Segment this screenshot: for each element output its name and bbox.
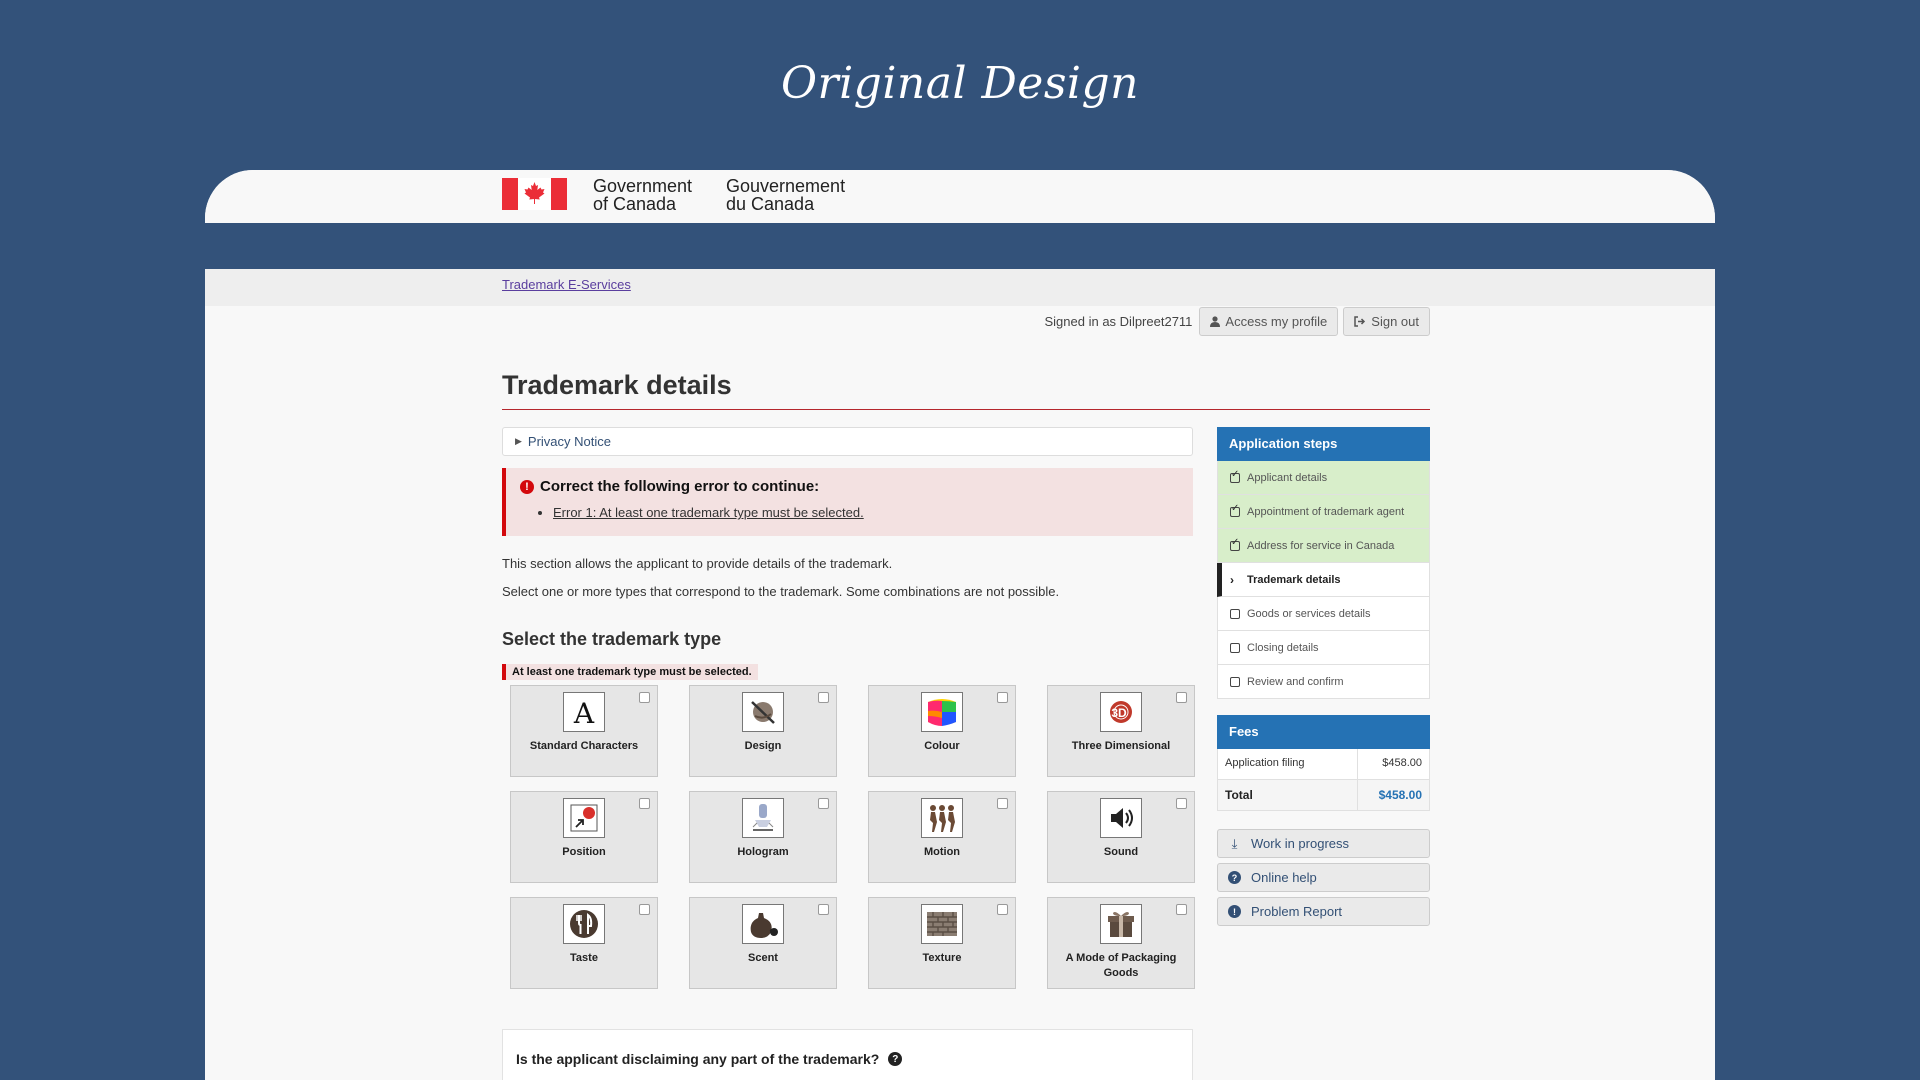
canada-flag-icon [502,178,567,210]
form-column: ▶ Privacy Notice ! Correct the following… [502,427,1195,1080]
breadcrumb: Trademark E-Services [205,269,1715,306]
checkbox[interactable] [1176,692,1187,703]
work-in-progress-button[interactable]: ⤓ Work in progress [1217,829,1430,858]
online-help-button[interactable]: ? Online help [1217,863,1430,892]
type-card-three-dimensional[interactable]: 3D Three Dimensional [1047,685,1195,777]
checkbox[interactable] [818,692,829,703]
motion-icon [921,798,963,838]
checkbox[interactable] [818,904,829,915]
type-card-design[interactable]: Design [689,685,837,777]
checkbox[interactable] [997,692,1008,703]
browser-frame: Government of Canada Gouvernement du Canad… [205,170,1715,1080]
question-icon: ? [1228,871,1241,884]
step-applicant-details[interactable]: Applicant details [1217,461,1430,495]
download-icon: ⤓ [1231,835,1238,851]
step-review-confirm[interactable]: Review and confirm [1217,665,1430,699]
user-bar: Signed in as Dilpreet2711 Access my prof… [502,306,1430,336]
checkbox[interactable] [639,798,650,809]
expand-triangle-icon: ▶ [515,436,522,446]
texture-icon [921,904,963,944]
fee-row-application-filing: Application filing $458.00 [1217,749,1430,780]
step-closing-details[interactable]: Closing details [1217,631,1430,665]
step-trademark-agent[interactable]: Appointment of trademark agent [1217,495,1430,529]
type-card-position[interactable]: Position [510,791,658,883]
colour-icon [921,692,963,732]
type-card-packaging[interactable]: A Mode of Packaging Goods [1047,897,1195,989]
problem-report-button[interactable]: ! Problem Report [1217,897,1430,926]
error-title: Correct the following error to continue: [540,478,820,495]
gov-signature-fr: Gouvernement du Canada [726,176,846,214]
error-link[interactable]: Error 1: At least one trademark type mus… [553,505,864,520]
type-card-motion[interactable]: Motion [868,791,1016,883]
svg-text:A: A [573,697,595,728]
access-profile-button[interactable]: Access my profile [1199,306,1339,336]
fee-row-total: Total $458.00 [1217,780,1430,811]
trademark-type-grid: A Standard Characters Design Colour 3D T… [510,685,1195,989]
trademark-type-error: At least one trademark type must be sele… [502,664,758,680]
design-icon [742,692,784,732]
svg-text:3D: 3D [1111,706,1127,720]
section-description: This section allows the applicant to pro… [502,556,1060,599]
type-card-sound[interactable]: Sound [1047,791,1195,883]
checked-box-icon [1230,469,1240,483]
checkbox[interactable] [639,692,650,703]
showcase-title: Original Design [780,58,1140,109]
error-summary: ! Correct the following error to continu… [502,468,1193,536]
type-card-scent[interactable]: Scent [689,897,837,989]
privacy-notice-toggle[interactable]: ▶ Privacy Notice [502,427,1193,456]
fees-panel: Fees Application filing $458.00 Total $4… [1217,715,1430,811]
checkbox[interactable] [997,798,1008,809]
help-icon[interactable]: ? [888,1052,903,1066]
checkbox[interactable] [1176,904,1187,915]
breadcrumb-trademark-eservices[interactable]: Trademark E-Services [502,277,631,292]
error-icon: ! [520,479,534,494]
disclaimer-question: Is the applicant disclaiming any part of… [516,1051,880,1067]
taste-icon [563,904,605,944]
empty-box-icon [1230,608,1240,619]
sign-out-button[interactable]: Sign out [1343,306,1430,336]
checkbox[interactable] [997,904,1008,915]
sidebar: Application steps Applicant details Appo… [1217,427,1430,1080]
nav-bar [205,223,1715,269]
trademark-type-heading: Select the trademark type [502,629,722,649]
page-title: Trademark details [502,370,1430,410]
user-icon [1210,315,1221,327]
three-dimensional-icon: 3D [1100,692,1142,732]
hologram-icon [742,798,784,838]
exclamation-icon: ! [1228,905,1241,918]
type-card-hologram[interactable]: Hologram [689,791,837,883]
type-card-texture[interactable]: Texture [868,897,1016,989]
gov-header: Government of Canada Gouvernement du Canad… [205,170,1715,223]
application-steps-heading: Application steps [1217,427,1430,461]
gov-signature-en: Government of Canada [593,176,693,214]
packaging-icon [1100,904,1142,944]
checkbox[interactable] [1176,798,1187,809]
fees-heading: Fees [1217,715,1430,749]
checked-box-icon [1230,503,1240,517]
type-card-colour[interactable]: Colour [868,685,1016,777]
sound-icon [1100,798,1142,838]
checkbox[interactable] [639,904,650,915]
sign-out-icon [1354,315,1366,327]
empty-box-icon [1230,642,1240,653]
disclaimer-question-box: Is the applicant disclaiming any part of… [502,1029,1193,1080]
main-content: Signed in as Dilpreet2711 Access my prof… [502,306,1430,1080]
letter-a-icon: A [563,692,605,732]
step-trademark-details[interactable]: › Trademark details [1217,563,1430,597]
signed-in-text: Signed in as Dilpreet2711 [1044,313,1193,329]
type-card-taste[interactable]: Taste [510,897,658,989]
step-address-for-service[interactable]: Address for service in Canada [1217,529,1430,563]
chevron-right-icon: › [1230,572,1234,587]
position-icon [563,798,605,838]
checked-box-icon [1230,537,1240,551]
scent-icon [742,904,784,944]
empty-box-icon [1230,676,1240,687]
step-goods-services[interactable]: Goods or services details [1217,597,1430,631]
checkbox[interactable] [818,798,829,809]
type-card-standard-characters[interactable]: A Standard Characters [510,685,658,777]
